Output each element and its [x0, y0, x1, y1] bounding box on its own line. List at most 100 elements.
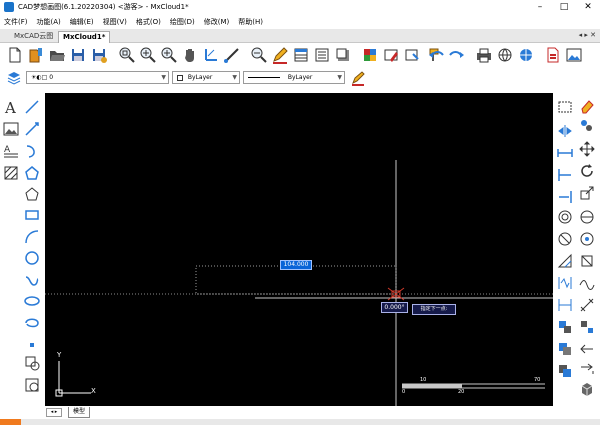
stretch-icon[interactable]	[557, 145, 573, 161]
rotate-icon[interactable]	[579, 163, 595, 179]
tab-mxcad-cloud[interactable]: MxCAD云图	[10, 31, 57, 43]
match-properties-icon[interactable]	[403, 46, 421, 64]
scale-icon[interactable]	[579, 185, 595, 201]
measure-icon[interactable]	[223, 46, 241, 64]
eraser-icon[interactable]	[579, 98, 595, 114]
group-icon[interactable]	[557, 319, 573, 335]
wave-icon[interactable]	[579, 275, 595, 291]
pan-hand-icon[interactable]	[181, 46, 199, 64]
copy-objects-icon[interactable]	[579, 118, 595, 134]
break-icon[interactable]	[557, 275, 573, 291]
menu-file[interactable]: 文件(F)	[4, 17, 28, 27]
ellipse-arc-icon[interactable]	[24, 315, 40, 331]
explode-icon[interactable]	[579, 231, 595, 247]
arc-icon[interactable]	[24, 143, 40, 159]
chamfer-icon[interactable]	[557, 253, 573, 269]
open-template-icon[interactable]	[27, 46, 45, 64]
ucs-axis-icon[interactable]	[202, 46, 220, 64]
properties-icon[interactable]	[313, 46, 331, 64]
linetype-combo[interactable]: ByLayer ▼	[243, 71, 345, 84]
layers-icon[interactable]	[6, 70, 22, 86]
menu-edit[interactable]: 编辑(E)	[70, 17, 94, 27]
array-icon[interactable]	[557, 231, 573, 247]
offset-icon[interactable]	[557, 209, 573, 225]
mtext-icon[interactable]: A	[3, 143, 19, 159]
bring-front-icon[interactable]	[557, 363, 573, 379]
menu-view[interactable]: 视图(V)	[103, 17, 127, 27]
layout-tab-nav[interactable]: ◂ ▸	[46, 408, 62, 417]
dimension-input[interactable]: 104.000	[280, 260, 312, 270]
scale-label-top-right: 70	[534, 377, 541, 383]
zoom-window-icon[interactable]	[118, 46, 136, 64]
spline-arc-icon[interactable]	[24, 229, 40, 245]
fillet-icon[interactable]	[579, 209, 595, 225]
table-insert-icon[interactable]	[24, 377, 40, 393]
align-icon[interactable]	[579, 253, 595, 269]
angle-input[interactable]: 0.000°	[381, 302, 408, 313]
dimension-linear-icon[interactable]	[557, 297, 573, 313]
save-as-icon[interactable]	[90, 46, 108, 64]
zoom-in-icon[interactable]	[160, 46, 178, 64]
minimize-button[interactable]: –	[528, 0, 552, 14]
globe-icon[interactable]	[496, 46, 514, 64]
progress-bar	[0, 419, 21, 425]
layer-combo[interactable]: ☀◐□ 0 ▼	[26, 71, 169, 84]
linetype-preview	[248, 77, 280, 78]
ungroup-icon[interactable]	[579, 319, 595, 335]
zoom-extents-icon[interactable]	[139, 46, 157, 64]
leader-icon[interactable]	[579, 341, 595, 357]
edit-text-icon[interactable]	[382, 46, 400, 64]
select-window-icon[interactable]	[557, 98, 573, 114]
line-icon[interactable]	[24, 99, 40, 115]
draw-order-icon[interactable]	[557, 341, 573, 357]
block-icon[interactable]	[334, 46, 352, 64]
menu-format[interactable]: 格式(O)	[136, 17, 161, 27]
web-view-icon[interactable]	[517, 46, 535, 64]
save-icon[interactable]	[69, 46, 87, 64]
print-icon[interactable]	[475, 46, 493, 64]
move-icon[interactable]	[579, 141, 595, 157]
point-icon[interactable]	[24, 337, 40, 353]
open-folder-icon[interactable]	[48, 46, 66, 64]
tab-scroll-controls[interactable]: ◂ ▸ ✕	[579, 31, 596, 39]
modify-toolbar	[553, 93, 600, 405]
block-insert-icon[interactable]	[24, 355, 40, 371]
property-pencil-icon[interactable]	[350, 70, 366, 86]
extend-icon[interactable]	[557, 189, 573, 205]
3d-box-icon[interactable]	[579, 381, 595, 397]
circle-icon[interactable]	[24, 250, 40, 266]
menu-function[interactable]: 功能(A)	[37, 17, 61, 27]
arrow-end-icon[interactable]	[579, 359, 595, 375]
spline-icon[interactable]	[24, 273, 40, 289]
color-combo[interactable]: ByLayer ▼	[172, 71, 240, 84]
new-file-icon[interactable]	[6, 46, 24, 64]
polygon-icon[interactable]	[24, 165, 40, 181]
image-icon[interactable]	[3, 121, 19, 137]
drawing-canvas[interactable]: 104.000 0.000° 指定下一点: Y X 10 70 0 20	[45, 93, 553, 406]
dimension-aligned-icon[interactable]	[579, 297, 595, 313]
menu-modify[interactable]: 修改(M)	[204, 17, 230, 27]
redo-arrow-icon[interactable]	[448, 46, 466, 64]
svg-text:A: A	[4, 99, 16, 115]
rectangle-icon[interactable]	[24, 207, 40, 223]
menu-help[interactable]: 帮助(H)	[238, 17, 263, 27]
export-pdf-icon[interactable]	[544, 46, 562, 64]
ellipse-icon[interactable]	[24, 293, 40, 309]
trim-icon[interactable]	[557, 167, 573, 183]
pentagon-icon[interactable]	[24, 186, 40, 202]
text-icon[interactable]: A	[3, 99, 19, 115]
menu-draw[interactable]: 绘图(D)	[170, 17, 195, 27]
mirror-icon[interactable]	[557, 123, 573, 139]
zoom-previous-icon[interactable]	[250, 46, 268, 64]
export-image-icon[interactable]	[565, 46, 583, 64]
xline-icon[interactable]	[24, 121, 40, 137]
layer-table-icon[interactable]	[292, 46, 310, 64]
color-palette-icon[interactable]	[361, 46, 379, 64]
hatch-icon[interactable]	[3, 165, 19, 181]
close-button[interactable]: ✕	[576, 0, 600, 14]
tab-model[interactable]: 模型	[68, 407, 91, 418]
pencil-icon[interactable]	[271, 46, 289, 64]
undo-arrow-icon[interactable]	[427, 46, 445, 64]
tab-mxcloud1[interactable]: MxCloud1*	[58, 31, 111, 43]
maximize-button[interactable]: □	[552, 0, 576, 14]
